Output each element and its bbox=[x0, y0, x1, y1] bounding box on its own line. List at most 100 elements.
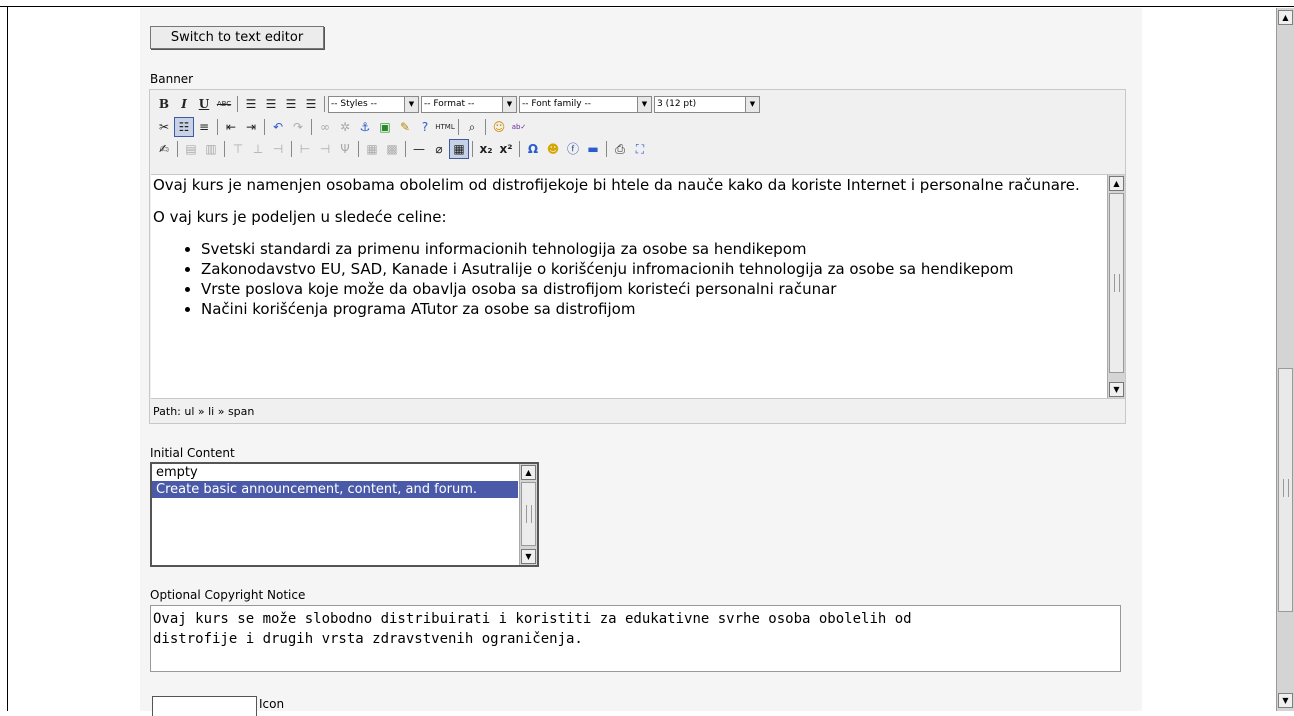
special-char-icon[interactable]: Ω bbox=[523, 139, 543, 159]
link-icon[interactable]: ∞ bbox=[315, 117, 335, 137]
row-props-icon[interactable]: ▤ bbox=[181, 139, 201, 159]
copyright-textarea[interactable]: Ovaj kurs se može slobodno distribuirati… bbox=[150, 605, 1121, 672]
topic-list: Svetski standardi za primenu informacion… bbox=[153, 239, 1103, 319]
anchor-icon[interactable]: ⚓ bbox=[355, 117, 375, 137]
editor-content-area[interactable]: Ovaj kurs je namenjen osobama obolelim o… bbox=[151, 174, 1125, 399]
italic-icon[interactable]: I bbox=[174, 94, 194, 114]
font-family-select[interactable]: -- Font family -- ▼ bbox=[519, 95, 652, 113]
edit-css-icon[interactable]: ✍ bbox=[154, 139, 174, 159]
editor-scroll-thumb[interactable] bbox=[1109, 193, 1124, 373]
delete-row-icon[interactable]: ⊣ bbox=[268, 139, 288, 159]
visual-aid-icon[interactable]: ▬ bbox=[583, 139, 603, 159]
remove-format-icon[interactable]: ⌀ bbox=[429, 139, 449, 159]
table-icon[interactable]: ▦ bbox=[449, 139, 469, 159]
banner-label: Banner bbox=[150, 72, 194, 86]
subscript-icon[interactable]: x₂ bbox=[476, 139, 496, 159]
bullet-list-icon[interactable]: ☷ bbox=[174, 117, 194, 137]
superscript-icon[interactable]: x² bbox=[496, 139, 516, 159]
separator bbox=[485, 119, 486, 135]
insert-col-after-icon[interactable]: ⊣ bbox=[315, 139, 335, 159]
chevron-down-icon: ▼ bbox=[502, 96, 516, 112]
cut-icon[interactable]: ✂ bbox=[154, 117, 174, 137]
editor-scrollbar[interactable]: ▲ ▼ bbox=[1107, 175, 1125, 398]
horizontal-rule-icon[interactable]: — bbox=[409, 139, 429, 159]
toolbar-row-2: ✂ ☷ ≡ ⇤ ⇥ ↶ ↷ ∞ ✲ ⚓ ▣ ✎ ? HTML ⌕ ☺ ab✓ bbox=[154, 116, 529, 138]
window-left-border bbox=[7, 7, 8, 711]
page-scrollbar[interactable]: ▲ ▼ bbox=[1276, 8, 1294, 711]
cell-props-icon[interactable]: ▥ bbox=[201, 139, 221, 159]
html-source-icon[interactable]: HTML bbox=[435, 117, 455, 137]
initial-content-label: Initial Content bbox=[150, 446, 235, 460]
grip-icon bbox=[526, 505, 532, 523]
delete-col-icon[interactable]: Ψ bbox=[335, 139, 355, 159]
toolbar-row-3: ✍ ▤ ▥ ⊤ ⊥ ⊣ ⊢ ⊣ Ψ ▦ ▩ — ⌀ ▦ x₂ x² Ω ☻ ⓕ … bbox=[154, 138, 650, 160]
smiley-icon[interactable]: ☻ bbox=[543, 139, 563, 159]
list-option-selected[interactable]: Create basic announcement, content, and … bbox=[152, 481, 518, 498]
align-center-icon[interactable]: ☰ bbox=[261, 94, 281, 114]
separator bbox=[606, 141, 607, 157]
listbox-scrollbar[interactable]: ▲ ▼ bbox=[519, 464, 537, 565]
paragraph-2: O vaj kurs je podeljen u sledeće celine: bbox=[153, 208, 447, 226]
scroll-down-arrow-icon[interactable]: ▼ bbox=[521, 549, 536, 564]
cleanup-icon[interactable]: ✎ bbox=[395, 117, 415, 137]
grip-icon bbox=[1114, 274, 1120, 292]
icon-select[interactable] bbox=[152, 696, 257, 716]
scroll-up-arrow-icon[interactable]: ▲ bbox=[521, 465, 536, 480]
chevron-down-icon: ▼ bbox=[404, 96, 418, 112]
separator bbox=[264, 119, 265, 135]
paragraph-1: Ovaj kurs je namenjen osobama obolelim o… bbox=[153, 176, 1080, 194]
split-cells-icon[interactable]: ▦ bbox=[362, 139, 382, 159]
initial-content-listbox[interactable]: empty Create basic announcement, content… bbox=[150, 462, 539, 567]
separator bbox=[472, 141, 473, 157]
scroll-down-arrow-icon[interactable]: ▼ bbox=[1278, 693, 1293, 708]
spellcheck-icon[interactable]: ab✓ bbox=[509, 117, 529, 137]
font-size-select[interactable]: 3 (12 pt) ▼ bbox=[654, 95, 760, 113]
scroll-up-arrow-icon[interactable]: ▲ bbox=[1109, 176, 1124, 191]
rich-text-editor: B I U ABC ☰ ☰ ☰ ☰ -- Styles -- ▼ -- Forma… bbox=[149, 89, 1126, 424]
toolbar-row-1: B I U ABC ☰ ☰ ☰ ☰ -- Styles -- ▼ -- Forma… bbox=[154, 93, 762, 115]
align-right-icon[interactable]: ☰ bbox=[281, 94, 301, 114]
print-icon[interactable]: ⎙ bbox=[610, 139, 630, 159]
switch-to-text-editor-button[interactable]: Switch to text editor bbox=[150, 26, 324, 49]
indent-icon[interactable]: ⇥ bbox=[241, 117, 261, 137]
separator bbox=[224, 141, 225, 157]
list-item: Načini korišćenja programa ATutor za oso… bbox=[201, 299, 1103, 319]
flash-icon[interactable]: ⓕ bbox=[563, 139, 583, 159]
list-item: Vrste poslova koje može da obavlja osoba… bbox=[201, 279, 1103, 299]
unlink-icon[interactable]: ✲ bbox=[335, 117, 355, 137]
chevron-down-icon: ▼ bbox=[637, 96, 651, 112]
insert-row-before-icon[interactable]: ⊤ bbox=[228, 139, 248, 159]
fullscreen-icon[interactable]: ⛶ bbox=[630, 139, 650, 159]
listbox-scroll-thumb[interactable] bbox=[521, 482, 536, 546]
insert-row-after-icon[interactable]: ⊥ bbox=[248, 139, 268, 159]
separator bbox=[177, 141, 178, 157]
emotions-icon[interactable]: ☺ bbox=[489, 117, 509, 137]
page-scroll-thumb[interactable] bbox=[1278, 368, 1293, 612]
strikethrough-icon[interactable]: ABC bbox=[214, 94, 234, 114]
separator bbox=[458, 119, 459, 135]
preview-icon[interactable]: ⌕ bbox=[462, 117, 482, 137]
outdent-icon[interactable]: ⇤ bbox=[221, 117, 241, 137]
align-left-icon[interactable]: ☰ bbox=[241, 94, 261, 114]
editor-text: Ovaj kurs je namenjen osobama obolelim o… bbox=[153, 175, 1103, 319]
merge-cells-icon[interactable]: ▩ bbox=[382, 139, 402, 159]
separator bbox=[291, 141, 292, 157]
insert-col-before-icon[interactable]: ⊢ bbox=[295, 139, 315, 159]
styles-select[interactable]: -- Styles -- ▼ bbox=[328, 95, 419, 113]
redo-icon[interactable]: ↷ bbox=[288, 117, 308, 137]
separator bbox=[405, 141, 406, 157]
list-option[interactable]: empty bbox=[152, 464, 537, 481]
scroll-down-arrow-icon[interactable]: ▼ bbox=[1109, 382, 1124, 397]
image-icon[interactable]: ▣ bbox=[375, 117, 395, 137]
bold-icon[interactable]: B bbox=[154, 94, 174, 114]
scroll-up-arrow-icon[interactable]: ▲ bbox=[1278, 10, 1293, 25]
separator bbox=[311, 119, 312, 135]
list-item: Zakonodavstvo EU, SAD, Kanade i Asutrali… bbox=[201, 259, 1103, 279]
separator bbox=[358, 141, 359, 157]
align-justify-icon[interactable]: ☰ bbox=[301, 94, 321, 114]
underline-icon[interactable]: U bbox=[194, 94, 214, 114]
numbered-list-icon[interactable]: ≡ bbox=[194, 117, 214, 137]
format-select[interactable]: -- Format -- ▼ bbox=[421, 95, 517, 113]
help-icon[interactable]: ? bbox=[415, 117, 435, 137]
undo-icon[interactable]: ↶ bbox=[268, 117, 288, 137]
